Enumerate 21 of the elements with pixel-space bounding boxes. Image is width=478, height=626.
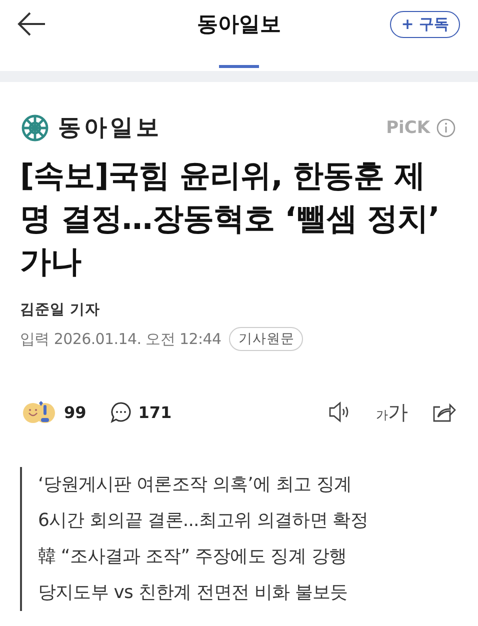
share-icon[interactable]: [432, 401, 456, 423]
reaction-icon[interactable]: [22, 399, 58, 425]
logo-icon: [20, 112, 50, 142]
comment-count: 171: [138, 402, 172, 422]
back-icon[interactable]: [16, 11, 46, 37]
reaction-count: 99: [64, 402, 86, 422]
page-title: 동아일보: [197, 12, 281, 36]
font-size-button[interactable]: 가가: [376, 398, 408, 426]
summary-line: 당지도부 vs 친한계 전면전 비화 불보듯: [38, 581, 349, 605]
headline: [속보]국힘 윤리위, 한동훈 제명 결정…장동혁호 ‘뺄셈 정치’ 가나: [20, 157, 440, 282]
summary-line: 韓 “조사결과 조작” 주장에도 징계 강행: [38, 545, 348, 569]
reporter-name[interactable]: 김준일 기자: [20, 300, 456, 319]
press-name[interactable]: 동아일보: [58, 112, 162, 143]
info-icon[interactable]: [436, 118, 456, 138]
original-article-link[interactable]: 기사원문: [229, 327, 304, 351]
pick-label: PiCK: [386, 118, 430, 138]
summary-line: ‘당원게시판 여론조작 의혹’에 최고 징계: [38, 473, 353, 497]
publish-date: 입력 2026.01.14. 오전 12:44: [20, 330, 222, 348]
summary-line: 6시간 회의끝 결론...최고위 의결하면 확정: [38, 509, 369, 533]
comment-icon[interactable]: [110, 401, 132, 423]
subscribe-button[interactable]: + 구독: [390, 10, 460, 38]
